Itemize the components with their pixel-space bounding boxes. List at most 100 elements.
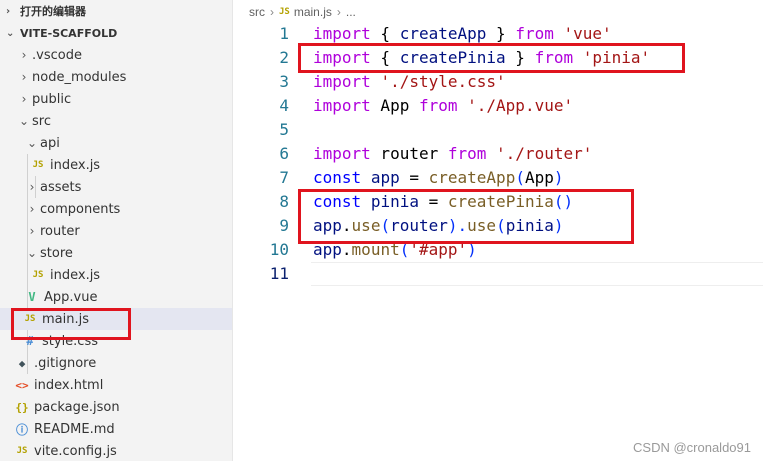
code-line: import { createPinia } from 'pinia' [313,46,763,70]
code-token: App [370,96,419,115]
breadcrumb: src › JS main.js › ... [249,3,356,21]
line-number: 6 [279,144,289,163]
code-token: App [524,168,554,187]
line-number: 10 [269,240,289,259]
breadcrumb-folder[interactable]: src [249,5,265,19]
code-token: import [313,72,371,91]
line-number: 3 [279,72,289,91]
tree-item-vscode[interactable]: › .vscode [0,44,232,66]
code-token: . [341,216,352,235]
tree-item-index-html[interactable]: <> index.html [0,374,232,396]
tree-item-label: api [40,135,60,151]
code-token: from [447,144,487,163]
tree-item-src[interactable]: ⌄ src [0,110,232,132]
chevron-right-icon: › [21,70,27,84]
tree-item-gitignore[interactable]: ◆ .gitignore [0,352,232,374]
code-token: 'vue' [563,24,612,43]
js-file-icon: JS [32,160,44,170]
tree-item-api[interactable]: ⌄ api [0,132,232,154]
tree-item-components[interactable]: › components [0,198,232,220]
tree-item-store-index-js[interactable]: JS index.js [0,264,232,286]
open-editors-header[interactable]: › 打开的编辑器 [0,0,232,22]
html-file-icon: <> [15,378,29,392]
tree-item-public[interactable]: › public [0,88,232,110]
watermark: CSDN @cronaldo91 [633,440,751,455]
code-token: ( [399,240,410,259]
code-line: import router from './router' [313,142,763,166]
tree-item-node-modules[interactable]: › node_modules [0,66,232,88]
tree-item-readme-md[interactable]: ⓘ README.md [0,418,232,440]
code-line: app.mount('#app') [313,238,763,262]
tree-item-label: index.js [50,267,101,283]
code-token: router [390,216,448,235]
chevron-down-icon: ⌄ [18,114,30,128]
code-token: import [313,144,371,163]
tree-item-label: README.md [34,421,115,437]
line-number: 5 [279,120,289,139]
git-diamond-icon: ◆ [18,356,26,370]
js-file-icon: JS [32,270,44,280]
code-token: from [418,96,458,115]
tree-item-api-index-js[interactable]: JS index.js [0,154,232,176]
code-token: const [313,168,362,187]
tree-item-style-css[interactable]: # style.css [0,330,232,352]
tree-item-app-vue[interactable]: V App.vue [0,286,232,308]
code-token: 'pinia' [582,48,651,67]
code-token: ) [553,216,564,235]
tree-item-store[interactable]: ⌄ store [0,242,232,264]
tree-item-label: style.css [42,333,98,349]
explorer-sidebar: › 打开的编辑器 ⌄ VITE-SCAFFOLD › .vscode › nod… [0,0,233,461]
tree-item-label: index.html [34,377,104,393]
vue-file-icon: V [28,290,36,304]
tree-item-main-js[interactable]: JS main.js [0,308,232,330]
chevron-down-icon: ⌄ [26,246,38,260]
line-number: 2 [279,48,289,67]
code-token: router [370,144,448,163]
code-token: ( [380,216,391,235]
code-token: import [313,96,371,115]
code-token: createApp [399,24,487,43]
chevron-right-icon: › [29,202,35,216]
code-token: } [505,48,535,67]
tree-item-vite-config-js[interactable]: JS vite.config.js [0,440,232,461]
tree-item-label: index.js [50,157,101,173]
code-token: ) [467,240,477,259]
tree-item-label: App.vue [44,289,98,305]
tree-item-package-json[interactable]: {} package.json [0,396,232,418]
tree-item-assets[interactable]: › assets [0,176,232,198]
breadcrumb-more[interactable]: ... [346,5,356,19]
code-token: use [467,216,497,235]
tree-item-router[interactable]: › router [0,220,232,242]
code-token: = [399,168,429,187]
code-token: ( [496,216,506,235]
breadcrumb-file[interactable]: main.js [294,5,332,19]
code-area[interactable]: import { createApp } from 'vue' import {… [311,22,763,286]
code-token: pinia [370,192,419,211]
code-token: ) [553,168,564,187]
line-number: 7 [279,168,289,187]
tree-item-label: .vscode [32,47,82,63]
code-token: createPinia [447,192,554,211]
code-token: './App.vue' [467,96,574,115]
code-editor[interactable]: src › JS main.js › ... 1 2 3 4 5 6 7 8 9… [233,0,763,461]
tree-item-label: package.json [34,399,120,415]
tree-item-label: assets [40,179,82,195]
code-token: ( [515,168,525,187]
line-number: 4 [279,96,289,115]
chevron-down-icon: ⌄ [26,136,38,150]
code-token: createPinia [399,48,506,67]
js-file-icon: JS [24,314,36,324]
line-number: 1 [279,24,289,43]
code-token: use [351,216,381,235]
css-file-icon: # [26,334,34,348]
code-line-current[interactable] [311,262,763,286]
project-header[interactable]: ⌄ VITE-SCAFFOLD [0,22,232,44]
code-token: app [313,240,342,259]
json-file-icon: {} [15,400,29,414]
code-line: app.use(router).use(pinia) [313,214,763,238]
tree-item-label: public [32,91,72,107]
code-token: './style.css' [380,72,506,91]
